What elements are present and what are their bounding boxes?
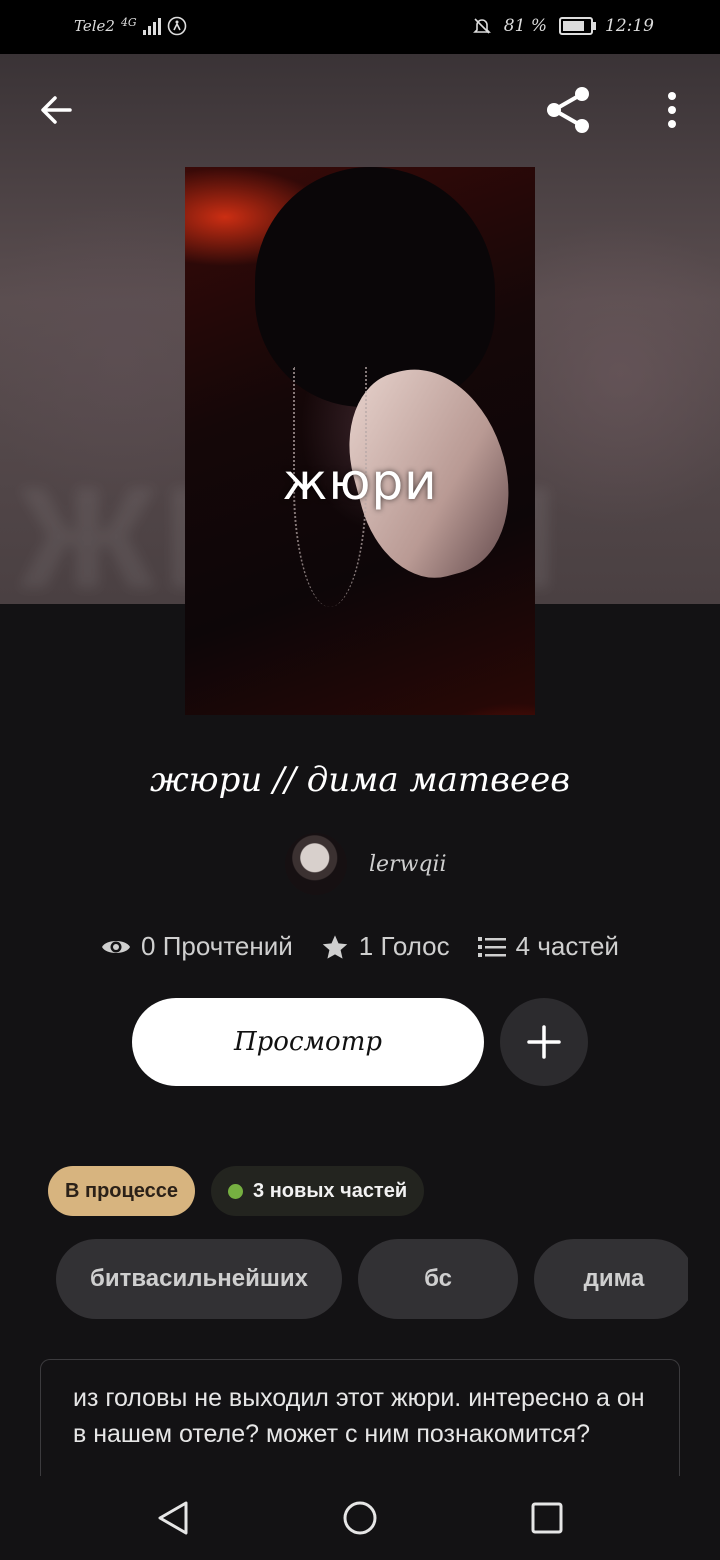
avatar[interactable] (285, 833, 347, 895)
votes-count: 1 Голос (358, 931, 450, 961)
story-stats: 0 Прочтений 1 Голос 4 частей (0, 931, 720, 962)
description-text: из головы не выходил этот жюри. интересн… (73, 1384, 645, 1448)
badges-row: В процессе 3 новых частей (48, 1166, 425, 1216)
add-to-library-button[interactable] (500, 998, 588, 1086)
list-icon (477, 936, 506, 957)
cover-title: жюри (282, 453, 438, 511)
tags-row[interactable]: битвасильнейших бс дима (56, 1239, 688, 1319)
tag-chip[interactable]: битвасильнейших (56, 1239, 342, 1319)
battery-icon (559, 17, 596, 35)
reads-count: 0 Прочтений (141, 931, 293, 961)
votes-stat: 1 Голос (321, 931, 450, 962)
share-button[interactable] (536, 78, 600, 142)
new-parts-label: 3 новых частей (253, 1179, 408, 1202)
nav-home-icon[interactable] (342, 1500, 378, 1536)
parts-count: 4 частей (515, 931, 619, 961)
back-button[interactable] (24, 78, 88, 142)
new-parts-badge: 3 новых частей (211, 1166, 425, 1216)
share-icon (547, 87, 589, 133)
network-type: 4G (120, 15, 137, 29)
tag-chip[interactable]: бс (358, 1239, 518, 1319)
more-options-button[interactable] (640, 78, 704, 142)
plus-icon (527, 1025, 561, 1059)
status-badge: В процессе (48, 1166, 196, 1216)
nav-back-icon[interactable] (156, 1500, 190, 1536)
author-name[interactable]: lerwqii (369, 852, 447, 877)
tag-chip[interactable]: дима (534, 1239, 688, 1319)
accessibility-icon (167, 16, 187, 36)
story-cover[interactable]: жюри (185, 167, 535, 715)
system-nav-bar (0, 1476, 720, 1560)
status-left: Tele2 4G (74, 16, 187, 36)
clock: 12:19 (605, 16, 654, 36)
read-button[interactable]: Просмотр (132, 998, 484, 1086)
cover-figure-hair (255, 167, 495, 407)
story-title: жюри // дима матвеев (149, 760, 570, 800)
more-vertical-icon (668, 92, 676, 128)
description-box: из головы не выходил этот жюри. интересн… (40, 1359, 680, 1476)
arrow-left-icon (41, 96, 72, 124)
star-icon (322, 934, 348, 959)
status-right: 81 % 12:19 (472, 16, 654, 36)
battery-percent: 81 % (503, 16, 547, 36)
parts-stat: 4 частей (477, 931, 619, 962)
eye-icon (102, 940, 131, 953)
signal-icon (142, 17, 161, 35)
reads-stat: 0 Прочтений (101, 931, 293, 962)
bell-off-icon (472, 18, 491, 34)
new-dot-icon (228, 1183, 244, 1199)
nav-recents-icon[interactable] (530, 1501, 564, 1535)
carrier-name: Tele2 (74, 17, 115, 35)
author-row[interactable]: lerwqii (285, 833, 447, 895)
status-bar: Tele2 4G 81 % 12:19 (0, 0, 720, 54)
